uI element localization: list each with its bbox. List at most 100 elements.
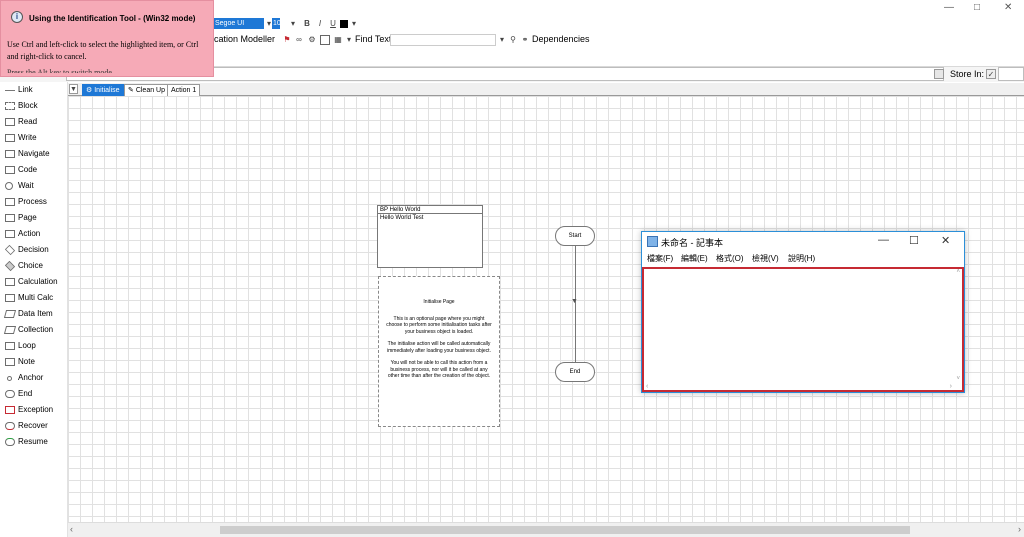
note-paragraph-2: The initialise action will be called aut… bbox=[387, 341, 491, 354]
dependencies-button[interactable]: Dependencies bbox=[532, 32, 590, 46]
italic-button[interactable]: I bbox=[315, 19, 325, 29]
tab-initialise[interactable]: ⚙ Initialise bbox=[82, 84, 124, 96]
dependencies-icon[interactable]: ⚭ bbox=[520, 35, 530, 45]
palette-item-collection[interactable]: Collection bbox=[3, 323, 66, 337]
end-stage[interactable]: End bbox=[555, 362, 595, 382]
tab-action-1[interactable]: Action 1 bbox=[167, 84, 201, 96]
notepad-close-button[interactable]: ✕ bbox=[941, 234, 950, 247]
tabs-dropdown-icon[interactable]: ▼ bbox=[69, 84, 78, 94]
tools-icon[interactable]: ⚙ bbox=[307, 35, 317, 45]
notepad-window[interactable]: 未命名 - 記事本 — ☐ ✕ 檔案(F) 編輯(E) 格式(O) 檢視(V) … bbox=[641, 231, 965, 393]
scroll-right-icon[interactable]: › bbox=[950, 383, 952, 390]
dropdown-arrow-icon[interactable]: ▾ bbox=[288, 19, 298, 29]
initialise-note[interactable]: Initialise Page This is an optional page… bbox=[378, 276, 500, 427]
info-icon: i bbox=[11, 11, 23, 23]
palette-item-code[interactable]: Code bbox=[4, 163, 66, 177]
browse-icon[interactable] bbox=[934, 69, 944, 79]
tab-clean-up[interactable]: ✎ Clean Up bbox=[124, 84, 169, 96]
palette-item-link[interactable]: Link bbox=[4, 83, 66, 97]
loop-icon bbox=[5, 342, 15, 350]
palette-item-block[interactable]: Block bbox=[4, 99, 66, 113]
palette-item-navigate[interactable]: Navigate bbox=[4, 147, 66, 161]
tooltip-title: Using the Identification Tool - (Win32 m… bbox=[29, 14, 196, 23]
note-paragraph-3: You will not be able to call this action… bbox=[387, 360, 491, 379]
connector-arrow-icon: ▼ bbox=[571, 298, 578, 305]
store-in-field[interactable] bbox=[998, 67, 1024, 81]
palette-item-action[interactable]: Action bbox=[4, 227, 66, 241]
palette-item-decision[interactable]: Decision bbox=[4, 243, 66, 257]
exception-icon bbox=[5, 406, 15, 414]
block-icon bbox=[5, 102, 15, 110]
palette-item-exception[interactable]: Exception bbox=[4, 403, 66, 417]
object-info-box[interactable]: BP Hello World Hello World Test bbox=[377, 205, 483, 268]
palette-item-multi-calc[interactable]: Multi Calc bbox=[4, 291, 66, 305]
minimize-button[interactable]: — bbox=[944, 2, 954, 13]
tool-palette: Link Block Read Write Navigate Code Wait… bbox=[0, 82, 68, 537]
palette-item-choice[interactable]: Choice bbox=[4, 259, 66, 273]
menu-edit[interactable]: 編輯(E) bbox=[681, 253, 708, 265]
font-size-select[interactable]: 10 bbox=[272, 18, 281, 29]
palette-item-anchor[interactable]: Anchor bbox=[4, 371, 66, 385]
palette-item-calculation[interactable]: Calculation bbox=[4, 275, 66, 289]
grid-icon[interactable]: ▦ bbox=[333, 35, 343, 45]
action-icon bbox=[5, 230, 15, 238]
menu-file[interactable]: 檔案(F) bbox=[647, 253, 673, 265]
palette-item-data-item[interactable]: Data Item bbox=[3, 307, 66, 321]
palette-item-end[interactable]: End bbox=[4, 387, 66, 401]
dropdown-arrow-icon[interactable]: ▾ bbox=[344, 35, 354, 45]
notepad-icon bbox=[647, 236, 658, 247]
color-swatch-icon[interactable] bbox=[340, 20, 348, 28]
store-in-checkbox[interactable]: ✓ bbox=[986, 69, 996, 79]
multi-calc-icon bbox=[5, 294, 15, 302]
notepad-maximize-button[interactable]: ☐ bbox=[909, 234, 919, 247]
binoculars-icon[interactable]: ⚲ bbox=[508, 35, 518, 45]
underline-button[interactable]: U bbox=[328, 19, 338, 29]
menu-view[interactable]: 檢視(V) bbox=[752, 253, 779, 265]
write-icon bbox=[5, 134, 15, 142]
page-icon bbox=[5, 214, 15, 222]
palette-item-page[interactable]: Page bbox=[4, 211, 66, 225]
maximize-button[interactable]: □ bbox=[974, 2, 980, 13]
collection-icon bbox=[3, 326, 17, 334]
notepad-text-area[interactable]: ˄ ˅ ‹ › bbox=[642, 267, 964, 392]
notepad-minimize-button[interactable]: — bbox=[878, 234, 889, 246]
scroll-left-icon[interactable]: ‹ bbox=[646, 383, 648, 390]
close-button[interactable]: ✕ bbox=[1004, 2, 1012, 13]
window-icon[interactable] bbox=[320, 35, 330, 45]
decision-icon bbox=[4, 244, 16, 256]
horizontal-scrollbar[interactable]: ‹ › bbox=[68, 522, 1024, 537]
dropdown-arrow-icon[interactable]: ▾ bbox=[349, 19, 359, 29]
wait-icon bbox=[5, 182, 13, 190]
dropdown-arrow-icon[interactable]: ▾ bbox=[497, 35, 507, 45]
palette-item-process[interactable]: Process bbox=[4, 195, 66, 209]
palette-item-loop[interactable]: Loop bbox=[4, 339, 66, 353]
link-icon[interactable]: ∞ bbox=[294, 35, 304, 45]
scroll-left-icon[interactable]: ‹ bbox=[70, 524, 73, 534]
note-paragraph-1: This is an optional page where you might… bbox=[386, 315, 492, 335]
identification-tooltip: i Using the Identification Tool - (Win32… bbox=[0, 0, 214, 77]
scroll-thumb[interactable] bbox=[220, 526, 910, 534]
palette-item-resume[interactable]: Resume bbox=[4, 435, 66, 449]
object-info-title: BP Hello World bbox=[378, 206, 482, 214]
note-icon bbox=[5, 358, 15, 366]
find-text-input[interactable] bbox=[390, 34, 496, 46]
scroll-up-icon[interactable]: ˄ bbox=[956, 269, 960, 275]
scroll-down-icon[interactable]: ˅ bbox=[956, 376, 960, 382]
palette-item-read[interactable]: Read bbox=[4, 115, 66, 129]
palette-item-recover[interactable]: Recover bbox=[4, 419, 66, 433]
bold-button[interactable]: B bbox=[302, 19, 312, 29]
flag-icon[interactable]: ⚑ bbox=[282, 35, 292, 45]
menu-help[interactable]: 說明(H) bbox=[788, 253, 815, 265]
initialise-icon: ⚙ bbox=[86, 87, 95, 94]
menu-format[interactable]: 格式(O) bbox=[716, 253, 744, 265]
palette-item-wait[interactable]: Wait bbox=[4, 179, 66, 193]
note-title: Initialise Page bbox=[423, 299, 455, 305]
tooltip-cut-line: Press the Alt key to switch mode bbox=[7, 68, 112, 73]
format-toolbar: Segoe UI ▾ 10 ▾ B I U ▾ bbox=[214, 16, 1024, 32]
palette-item-note[interactable]: Note bbox=[4, 355, 66, 369]
font-name-select[interactable]: Segoe UI bbox=[214, 18, 264, 29]
start-stage[interactable]: Start bbox=[555, 226, 595, 246]
notepad-title: 未命名 - 記事本 bbox=[661, 238, 723, 248]
palette-item-write[interactable]: Write bbox=[4, 131, 66, 145]
scroll-right-icon[interactable]: › bbox=[1018, 524, 1021, 534]
